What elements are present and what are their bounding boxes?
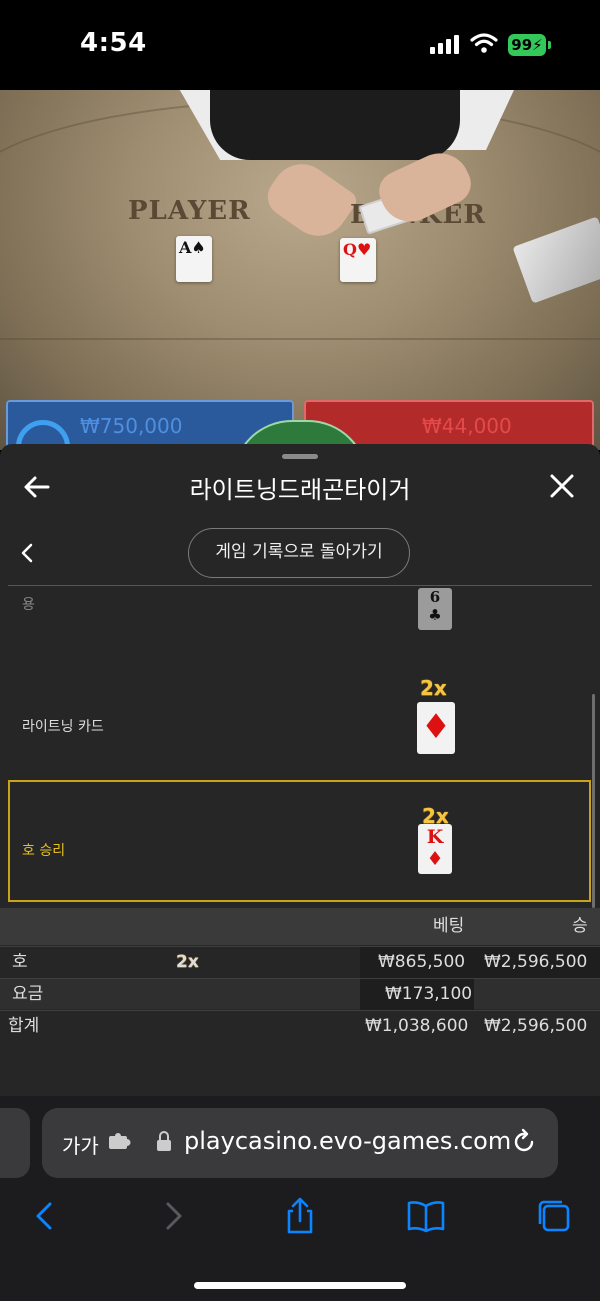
back-arrow-icon[interactable]	[22, 472, 52, 502]
round-details: 용 6 ♣ 2x 라이트닝 카드 ♦ 2x 호 승리 K ♦	[0, 586, 600, 908]
card-suit: ♦	[426, 848, 444, 870]
sheet-header: 라이트닝드래곤타이거	[0, 460, 600, 524]
sheet-grabber[interactable]	[282, 454, 318, 459]
sheet-title: 라이트닝드래곤타이거	[189, 476, 411, 504]
diamond-icon: ♦	[420, 707, 452, 747]
puzzle-icon[interactable]	[108, 1132, 132, 1152]
home-indicator[interactable]	[194, 1282, 406, 1289]
browser-toolbar	[0, 1196, 600, 1246]
back-icon[interactable]	[24, 1196, 64, 1236]
game-history-sheet: 라이트닝드래곤타이거 게임 기록으로 돌아가기 용 6 ♣ 2x 라이트닝 카드	[0, 444, 600, 1096]
forward-icon[interactable]	[154, 1196, 194, 1236]
lightning-card: ♦	[417, 702, 455, 754]
tiger-card: K ♦	[418, 824, 452, 874]
tabs-icon[interactable]	[534, 1196, 574, 1236]
address-bar[interactable]: 가가 playcasino.evo-games.com	[42, 1108, 558, 1178]
previous-tab[interactable]	[0, 1108, 30, 1178]
url-text[interactable]: playcasino.evo-games.com	[184, 1127, 511, 1155]
battery-tip	[548, 41, 551, 49]
banker-card: Q♥	[340, 238, 376, 282]
winning-row-highlight	[8, 780, 591, 902]
card-rank: A	[179, 238, 192, 257]
back-to-history-button[interactable]: 게임 기록으로 돌아가기	[188, 528, 410, 578]
row-label-dragon: 용	[22, 597, 35, 613]
share-icon[interactable]	[280, 1196, 320, 1236]
card-rank: Q	[343, 240, 357, 259]
row-label-lightning-card: 라이트닝 카드	[22, 719, 104, 735]
status-time: 4:54	[80, 28, 147, 58]
dealer	[210, 90, 460, 160]
row-bet: ₩173,100	[385, 984, 473, 1004]
screen: { "status": { "time": "4:54", "battery":…	[0, 0, 600, 1301]
browser-chrome: 가가 playcasino.evo-games.com	[0, 1096, 600, 1301]
table-row: 합계 ₩1,038,600 ₩2,596,500	[0, 1010, 600, 1041]
scrollbar[interactable]	[592, 694, 595, 908]
row-label: 요금	[12, 984, 44, 1004]
live-game-view[interactable]: PLAYER BANKER A♠ Q♥ ₩750,000 ₩44,000	[0, 90, 600, 450]
row-bet: ₩1,038,600	[365, 1016, 469, 1036]
bet-amount: ₩44,000	[422, 414, 512, 438]
chevron-left-icon[interactable]	[18, 542, 36, 564]
card-rank: K	[426, 826, 444, 848]
lock-icon	[157, 1131, 171, 1151]
row-win: ₩2,596,500	[484, 1016, 588, 1036]
cellular-signal-icon	[430, 34, 460, 54]
history-subnav: 게임 기록으로 돌아가기	[0, 524, 600, 586]
row-label: 호	[12, 952, 28, 972]
table-row: 요금 ₩173,100	[0, 978, 600, 1010]
bookmarks-icon[interactable]	[406, 1196, 446, 1236]
card-suit: ♣	[428, 606, 442, 624]
status-bar: 4:54 99⚡	[0, 0, 600, 90]
card-rank: 6	[429, 588, 441, 606]
text-size-button[interactable]: 가가	[62, 1130, 99, 1159]
row-label: 합계	[8, 1016, 40, 1036]
player-card: A♠	[176, 236, 212, 282]
lightning-multiplier: 2x	[420, 676, 447, 700]
wifi-icon	[470, 33, 498, 53]
row-label-tiger-win: 호 승리	[22, 843, 66, 859]
row-bet: ₩865,500	[378, 952, 466, 972]
dragon-card: 6 ♣	[418, 588, 452, 630]
reload-icon[interactable]	[510, 1128, 538, 1156]
header-bet: 베팅	[433, 916, 465, 936]
player-label: PLAYER	[128, 196, 251, 226]
bet-amount: ₩750,000	[80, 414, 183, 438]
row-multiplier: 2x	[176, 952, 199, 972]
table-row: 호 2x ₩865,500 ₩2,596,500	[0, 946, 600, 978]
row-win: ₩2,596,500	[484, 952, 588, 972]
close-icon[interactable]	[548, 472, 576, 500]
header-win: 승	[572, 916, 588, 936]
table-header: 베팅 승	[0, 908, 600, 945]
battery-level: 99	[511, 36, 533, 54]
battery-indicator: 99⚡	[508, 34, 546, 56]
